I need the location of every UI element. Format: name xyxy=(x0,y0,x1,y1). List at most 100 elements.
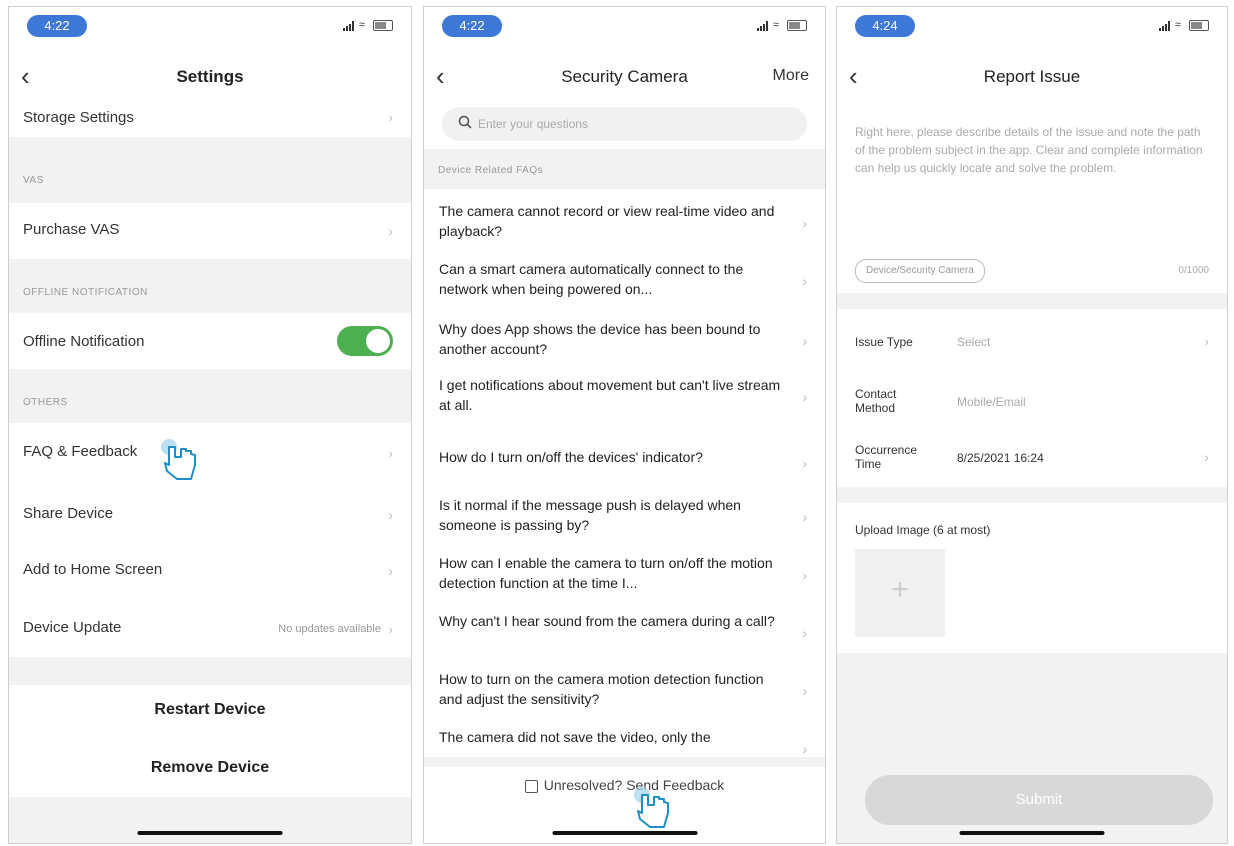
offline-notification-toggle[interactable] xyxy=(337,326,393,356)
occurrence-time-value: 8/25/2021 16:24 xyxy=(957,451,1044,465)
char-counter: 0/1000 xyxy=(1178,265,1209,276)
more-button[interactable]: More xyxy=(773,67,809,85)
bottom-area xyxy=(9,797,411,843)
device-update-row[interactable]: Device Update No updates available › xyxy=(9,597,411,657)
faq-item[interactable]: Why can't I hear sound from the camera d… xyxy=(424,605,825,661)
unresolved-label: Unresolved? xyxy=(543,777,623,793)
chevron-right-icon: › xyxy=(802,273,807,289)
divider xyxy=(837,487,1227,503)
status-time: 4:22 xyxy=(27,15,87,37)
faq-item[interactable]: Is it normal if the message push is dela… xyxy=(424,489,825,545)
home-indicator xyxy=(137,831,283,835)
faq-question: How do I turn on/off the devices' indica… xyxy=(439,449,703,465)
faq-item[interactable]: How to turn on the camera motion detecti… xyxy=(424,663,825,719)
submit-button[interactable]: Submit xyxy=(865,775,1213,825)
contact-method-row[interactable]: Contact Method Mobile/Email xyxy=(837,373,1227,429)
search-input[interactable]: Enter your questions xyxy=(442,107,807,141)
section-offline: OFFLINE NOTIFICATION xyxy=(9,259,411,313)
status-time: 4:22 xyxy=(442,15,502,37)
faq-question: How to turn on the camera motion detecti… xyxy=(439,671,764,707)
chevron-right-icon: › xyxy=(802,567,807,583)
storage-settings-label: Storage Settings xyxy=(23,109,134,126)
system-icons: ≈ xyxy=(1158,19,1209,31)
system-icons: ≈ xyxy=(342,19,393,31)
page-title: Security Camera xyxy=(561,67,688,86)
contact-method-label: Contact Method xyxy=(855,387,897,415)
chevron-right-icon: › xyxy=(802,333,807,349)
faq-item[interactable]: Can a smart camera automatically connect… xyxy=(424,253,825,309)
device-update-status: No updates available xyxy=(278,623,381,635)
add-to-home-screen-row[interactable]: Add to Home Screen › xyxy=(9,539,411,597)
contact-method-input: Mobile/Email xyxy=(957,395,1026,409)
chevron-right-icon: › xyxy=(802,741,807,757)
add-to-home-screen-label: Add to Home Screen xyxy=(23,561,163,578)
chevron-right-icon: › xyxy=(388,507,393,523)
device-actions: Restart Device Remove Device xyxy=(9,685,411,797)
faq-screen: 4:22 ≈ ‹ Security Camera More Enter your… xyxy=(423,6,826,844)
issue-description-textarea[interactable]: Right here, please describe details of t… xyxy=(837,115,1227,255)
section-label-vas: VAS xyxy=(23,175,44,186)
status-time: 4:24 xyxy=(855,15,915,37)
chevron-right-icon: › xyxy=(388,109,393,125)
faq-question: Why can't I hear sound from the camera d… xyxy=(439,613,775,629)
faq-item[interactable]: How do I turn on/off the devices' indica… xyxy=(424,435,825,491)
plus-icon: + xyxy=(891,573,909,606)
upload-image-section: Upload Image (6 at most) + xyxy=(837,503,1227,653)
faq-question: The camera cannot record or view real-ti… xyxy=(439,203,775,239)
chevron-right-icon: › xyxy=(802,683,807,699)
battery-icon xyxy=(787,19,807,31)
chevron-right-icon: › xyxy=(388,223,393,239)
faq-item[interactable]: The camera cannot record or view real-ti… xyxy=(424,195,825,251)
page-title: Settings xyxy=(176,67,244,86)
nav-bar: ‹ Report Issue xyxy=(837,57,1227,97)
chevron-right-icon: › xyxy=(388,445,393,461)
settings-screen: 4:22 ≈ ‹ Settings Storage Settings › VAS… xyxy=(8,6,412,844)
signal-icon xyxy=(342,21,355,31)
wifi-icon: ≈ xyxy=(358,19,366,31)
search-placeholder: Enter your questions xyxy=(478,117,589,131)
divider xyxy=(424,757,825,767)
share-device-row[interactable]: Share Device › xyxy=(9,485,411,539)
status-bar: 4:22 ≈ xyxy=(9,7,411,47)
chevron-right-icon: › xyxy=(802,455,807,471)
purchase-vas-row[interactable]: Purchase VAS › xyxy=(9,203,411,259)
faq-question: Can a smart camera automatically connect… xyxy=(439,261,744,297)
remove-device-button[interactable]: Remove Device xyxy=(9,759,411,777)
section-others: OTHERS xyxy=(9,369,411,423)
faq-item[interactable]: How can I enable the camera to turn on/o… xyxy=(424,547,825,603)
report-issue-screen: 4:24 ≈ ‹ Report Issue Right here, please… xyxy=(836,6,1228,844)
tap-hand-icon xyxy=(634,787,669,828)
issue-type-select: Select xyxy=(957,335,991,349)
faq-item[interactable]: The camera did not save the video, only … xyxy=(424,721,825,757)
spacer xyxy=(9,657,411,685)
faq-item[interactable]: I get notifications about movement but c… xyxy=(424,369,825,425)
tap-hand-icon xyxy=(161,439,196,480)
search-icon xyxy=(458,115,472,129)
chevron-right-icon: › xyxy=(802,625,807,641)
issue-type-row[interactable]: Issue Type Select › xyxy=(837,309,1227,373)
restart-device-button[interactable]: Restart Device xyxy=(9,701,411,719)
wifi-icon: ≈ xyxy=(772,19,780,31)
signal-icon xyxy=(756,21,769,31)
home-indicator xyxy=(959,831,1105,835)
chevron-right-icon: › xyxy=(388,563,393,579)
signal-icon xyxy=(1158,21,1171,31)
status-bar: 4:24 ≈ xyxy=(837,7,1227,47)
faq-item[interactable]: Why does App shows the device has been b… xyxy=(424,313,825,369)
occurrence-time-row[interactable]: Occurrence Time 8/25/2021 16:24 › xyxy=(837,429,1227,487)
storage-settings-row[interactable]: Storage Settings › xyxy=(9,97,411,137)
chevron-right-icon: › xyxy=(802,215,807,231)
faq-feedback-row[interactable]: FAQ & Feedback › xyxy=(9,423,411,485)
wifi-icon: ≈ xyxy=(1174,19,1182,31)
upload-image-label: Upload Image (6 at most) xyxy=(855,523,991,537)
nav-bar: ‹ Security Camera More xyxy=(424,57,825,97)
faq-question: Why does App shows the device has been b… xyxy=(439,321,761,357)
nav-bar: ‹ Settings xyxy=(9,57,411,97)
chevron-right-icon: › xyxy=(388,621,393,637)
checkbox-icon xyxy=(524,779,538,793)
add-image-button[interactable]: + xyxy=(855,549,945,637)
occurrence-time-label: Occurrence Time xyxy=(855,443,918,471)
section-label-others: OTHERS xyxy=(23,397,68,408)
toggle-knob xyxy=(366,329,390,353)
faq-question: I get notifications about movement but c… xyxy=(439,377,781,413)
